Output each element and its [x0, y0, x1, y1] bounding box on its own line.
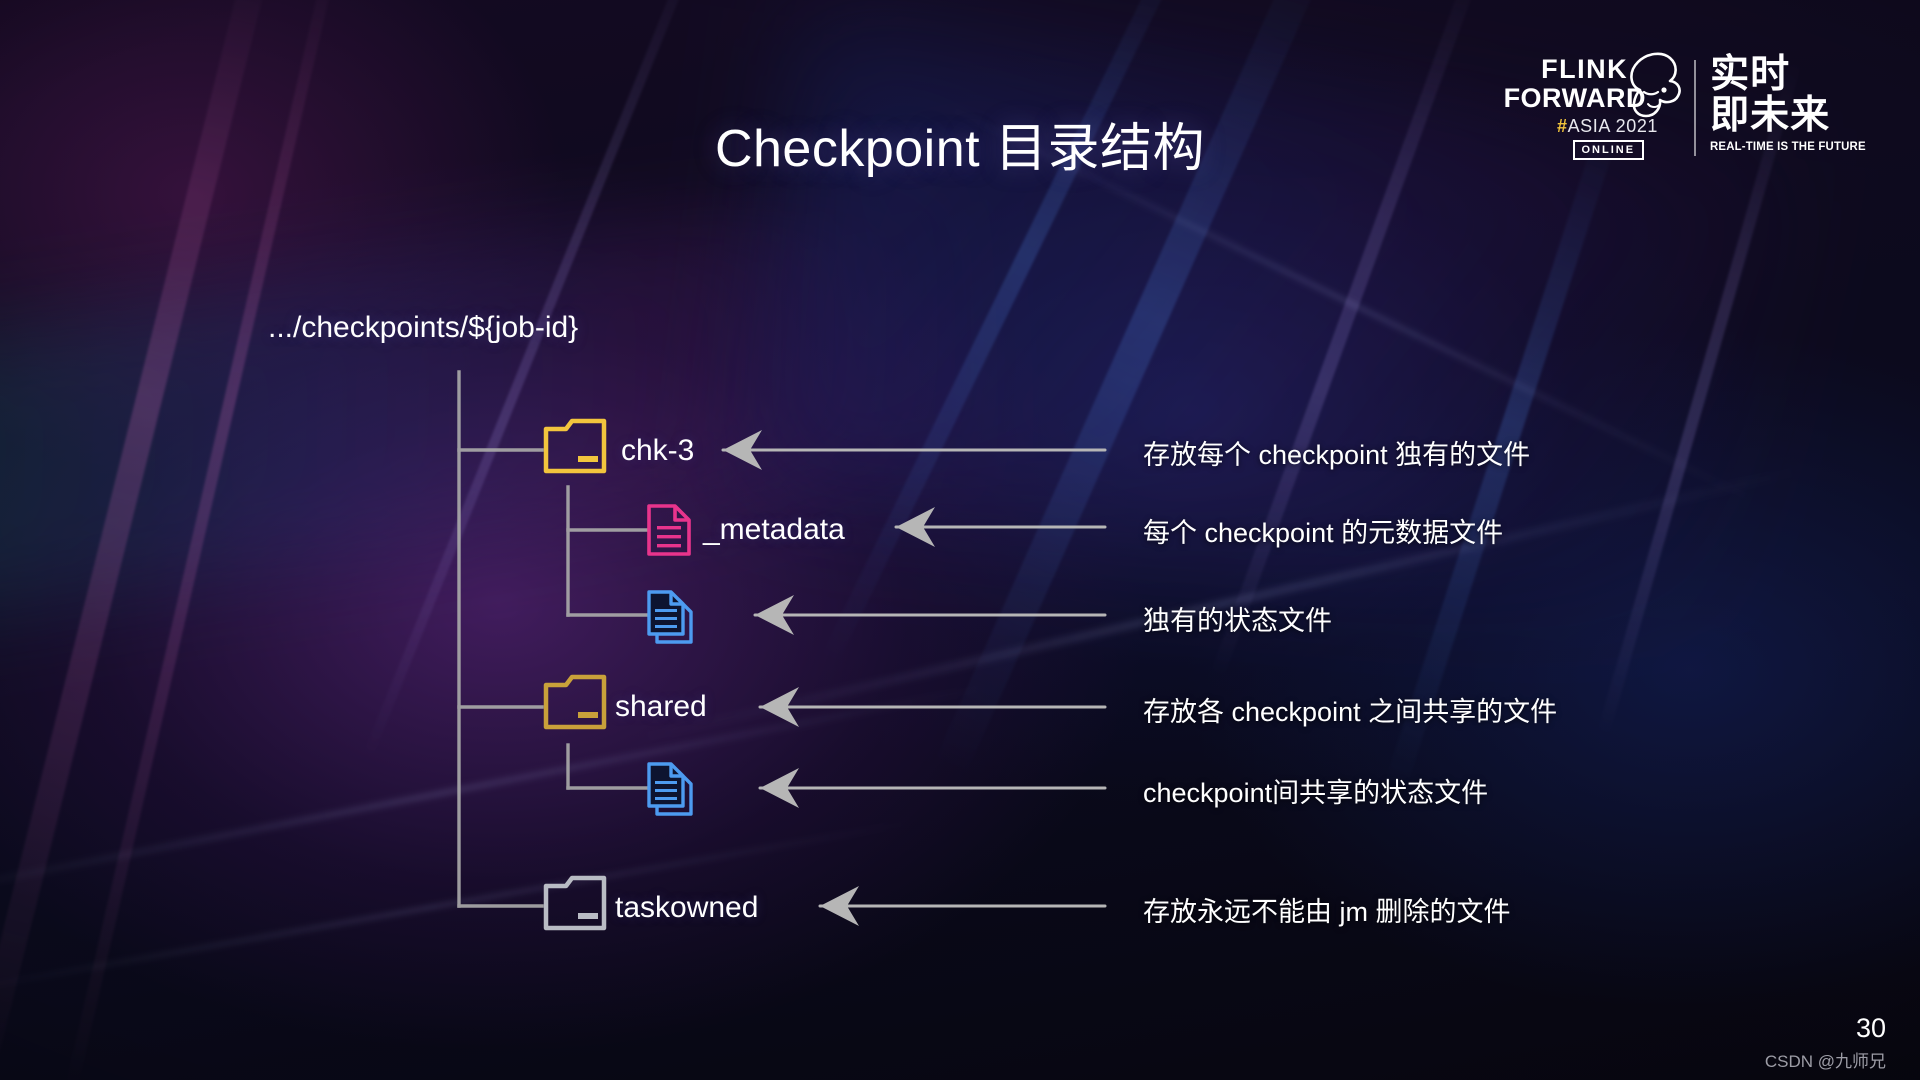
logo-tagline: REAL-TIME IS THE FUTURE [1710, 139, 1866, 154]
annotation-chk-3-state: 独有的状态文件 [1143, 606, 1332, 636]
state-files-icon [647, 762, 693, 816]
folder-icon-shared[interactable] [542, 673, 608, 736]
node-label-shared: shared [615, 690, 707, 723]
logo-cn-block: 实时 即未来 REAL-TIME IS THE FUTURE [1710, 53, 1874, 154]
state-files-icon-shared[interactable] [645, 760, 697, 823]
annotation-taskowned: 存放永远不能由 jm 删除的文件 [1143, 897, 1511, 927]
watermark: CSDN @九师兄 [1764, 1052, 1886, 1071]
slide-canvas: Checkpoint 目录结构 FLINK FORWARD #ASIA 2021… [0, 0, 1920, 1080]
page-number: 30 [1855, 1013, 1886, 1043]
logo-online-badge: ONLINE [1572, 140, 1645, 160]
annotation-shared: 存放各 checkpoint 之间共享的文件 [1143, 697, 1558, 727]
folder-icon-chk-3[interactable] [542, 417, 608, 480]
metadata-file-icon-wrap[interactable] [645, 502, 693, 563]
annotation-chk-3: 存放每个 checkpoint 独有的文件 [1143, 440, 1531, 470]
annotation-metadata: 每个 checkpoint 的元数据文件 [1143, 518, 1504, 548]
folder-icon [543, 418, 607, 474]
folder-icon-taskowned[interactable] [542, 874, 608, 937]
state-files-icon [647, 590, 693, 644]
node-label-chk-3: chk-3 [621, 434, 695, 467]
root-path-label: .../checkpoints/${job-id} [268, 311, 579, 344]
annotation-shared-state: checkpoint间共享的状态文件 [1143, 778, 1489, 808]
logo-cn-line1: 实时 [1710, 53, 1791, 96]
squirrel-mascot-icon [1630, 52, 1681, 118]
folder-icon [543, 674, 607, 730]
folder-icon [543, 875, 607, 931]
logo-hash: # [1556, 116, 1568, 136]
node-label-metadata: _metadata [703, 513, 845, 546]
logo-text-block: FLINK FORWARD #ASIA 2021 ONLINE [1504, 52, 1681, 160]
node-label-taskowned: taskowned [615, 891, 759, 924]
flink-forward-logo: FLINK FORWARD #ASIA 2021 ONLINE 实时 即未来 R… [1504, 52, 1874, 160]
state-files-icon-chk-3[interactable] [645, 588, 697, 651]
logo-divider [1694, 60, 1697, 156]
logo-cn-line2: 即未来 [1710, 94, 1831, 138]
metadata-file-icon [647, 504, 691, 556]
